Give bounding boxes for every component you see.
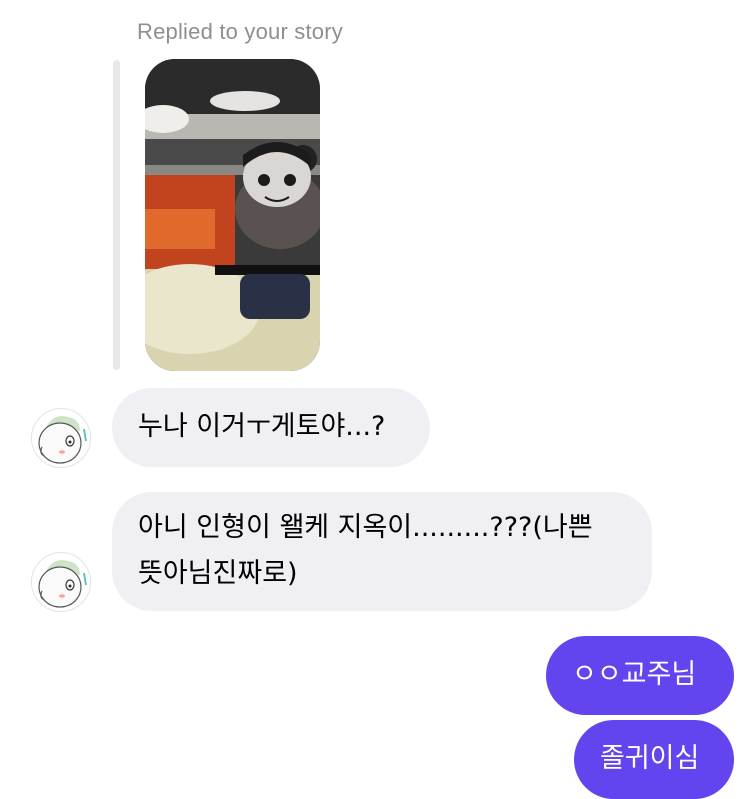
incoming-message-1[interactable]: 누나 이거ㅜ게토야...? (112, 388, 430, 467)
sender-avatar[interactable] (31, 408, 91, 468)
incoming-message-2[interactable]: 아니 인형이 왤케 지옥이.........???(나쁜 뜻아님진짜로) (112, 492, 652, 611)
message-text: ㅇㅇ교주님 (572, 659, 697, 690)
sender-avatar[interactable] (31, 552, 91, 612)
cartoon-mascot-avatar-icon (38, 560, 87, 608)
story-reply-label: Replied to your story (137, 19, 343, 44)
message-text-line-1: 아니 인형이 왤케 지옥이.........???(나쁜 (138, 512, 593, 543)
story-reply-bar (113, 60, 120, 370)
message-text: 졸귀이심 (600, 743, 700, 774)
cartoon-mascot-avatar-icon (38, 416, 87, 464)
outgoing-message-1[interactable]: ㅇㅇ교주님 (546, 636, 734, 715)
outgoing-message-2[interactable]: 졸귀이심 (574, 720, 734, 799)
message-text-line-2: 뜻아님진짜로) (138, 558, 298, 589)
message-text: 누나 이거ㅜ게토야...? (138, 411, 386, 442)
story-thumbnail[interactable] (145, 59, 320, 371)
